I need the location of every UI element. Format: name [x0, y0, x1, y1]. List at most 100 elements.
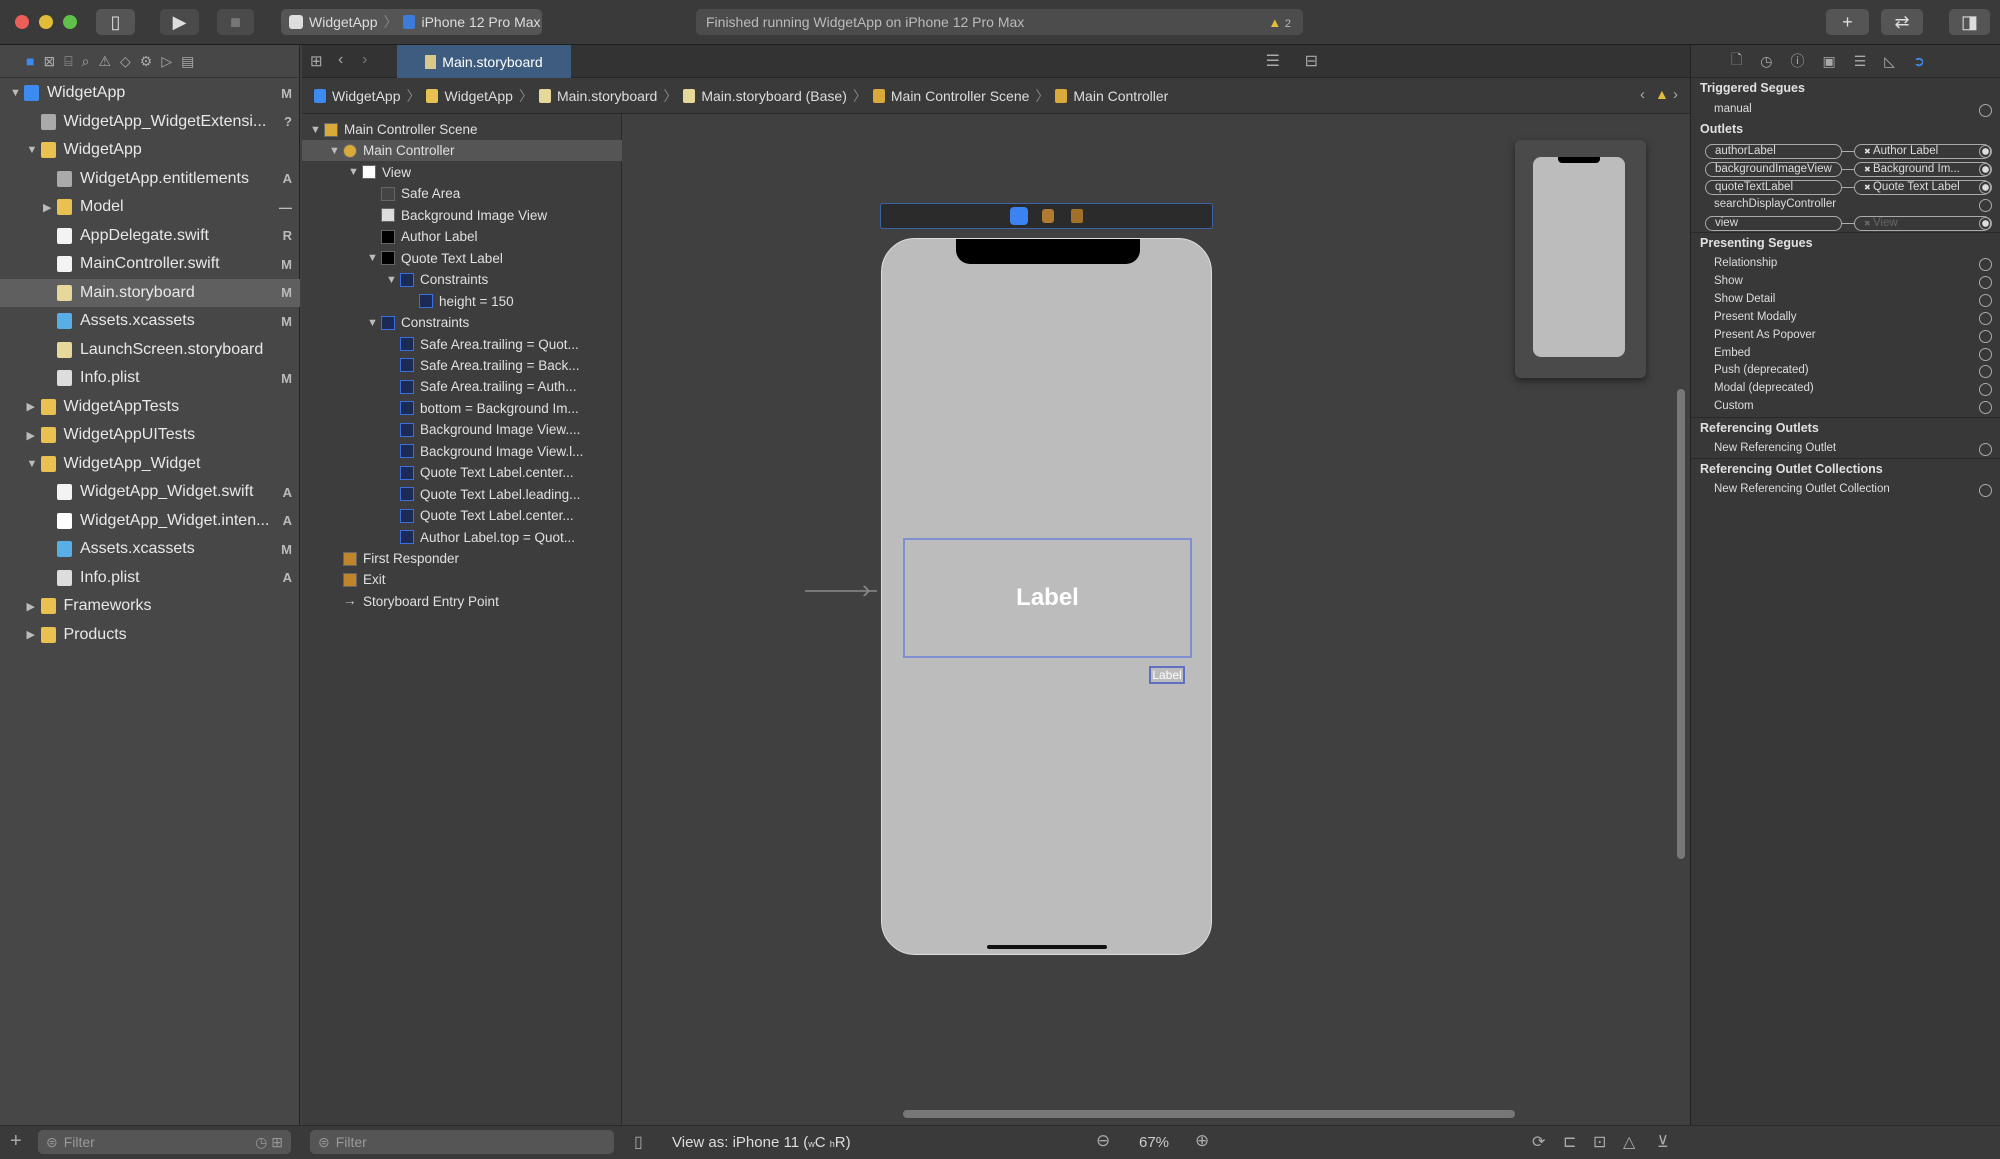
tab-main-storyboard[interactable]: Main.storyboard [397, 45, 571, 78]
add-constraints-icon[interactable]: ⊡ [1593, 1132, 1606, 1152]
grid-icon[interactable]: ⊞ [310, 52, 323, 70]
outlet-target[interactable]: ✖ Quote Text Label [1854, 179, 1991, 195]
zoom-in-icon[interactable]: ⊕ [1195, 1131, 1209, 1151]
breakpoint-icon[interactable]: ▷ [161, 53, 172, 70]
file-tree-item[interactable]: ▶ Products [0, 621, 300, 649]
horizontal-scrollbar[interactable] [903, 1110, 1515, 1118]
author-label[interactable]: Label [1149, 666, 1185, 684]
outline-item[interactable]: ▼ Main Controller Scene [302, 119, 622, 140]
file-tree-item[interactable]: WidgetApp.entitlements A [0, 165, 300, 193]
identity-icon[interactable]: ▣ [1822, 53, 1835, 70]
outline-filter-input[interactable]: ⊜ Filter [310, 1130, 614, 1154]
file-tree-item[interactable]: Info.plist M [0, 364, 300, 392]
zoom-out-icon[interactable]: ⊖ [1096, 1131, 1110, 1151]
disclosure-triangle-icon[interactable]: ▶ [27, 600, 41, 613]
scheme-name[interactable]: WidgetApp [309, 14, 377, 30]
test-icon[interactable]: ◇ [120, 53, 131, 70]
outline-item[interactable]: Safe Area.trailing = Quot... [302, 334, 622, 355]
outline-item[interactable]: ▼ Quote Text Label [302, 248, 622, 269]
connection-circle[interactable] [1979, 484, 1992, 497]
connection-circle[interactable] [1979, 383, 1992, 397]
connection-circle[interactable] [1979, 311, 1992, 325]
add-file-button[interactable]: + [10, 1130, 22, 1153]
outline-item[interactable]: → Storyboard Entry Point [302, 591, 622, 612]
disclosure-triangle-icon[interactable]: ▶ [27, 400, 41, 413]
connection-circle[interactable] [1979, 443, 1992, 456]
outlet-target[interactable]: ✖ Author Label [1854, 143, 1991, 159]
disclosure-triangle-icon[interactable]: ▼ [367, 317, 381, 329]
disclosure-triangle-icon[interactable]: ▼ [367, 252, 381, 264]
next-issue-icon[interactable]: › [1673, 86, 1678, 103]
file-tree-item[interactable]: MainController.swift M [0, 250, 300, 278]
disclosure-triangle-icon[interactable]: ▼ [329, 145, 343, 157]
breadcrumb-item[interactable]: Main.storyboard (Base) [683, 88, 847, 104]
outline-item[interactable]: Background Image View.... [302, 419, 622, 440]
connection-circle[interactable] [1979, 104, 1992, 117]
disclosure-triangle-icon[interactable]: ▼ [310, 124, 324, 136]
scheme-selector[interactable]: WidgetApp 〉 iPhone 12 Pro Max [281, 9, 542, 35]
search-icon[interactable]: ⌕ [82, 53, 90, 70]
breadcrumb-item[interactable]: Main Controller Scene [872, 88, 1029, 104]
outline-item[interactable]: ▼ Constraints [302, 312, 622, 333]
outline-item[interactable]: ▼ View [302, 162, 622, 183]
disclosure-triangle-icon[interactable]: ▶ [27, 628, 41, 641]
disclosure-triangle-icon[interactable]: ▼ [27, 458, 41, 470]
recent-files-icon[interactable]: ◷ ⊞ [255, 1134, 283, 1151]
code-review-button[interactable]: ⇄ [1881, 9, 1923, 35]
debug-icon[interactable]: ⚙ [140, 53, 153, 70]
update-frames-icon[interactable]: ⟳ [1532, 1132, 1545, 1152]
editor-options-icon[interactable]: ☰ [1266, 51, 1280, 71]
connection-circle[interactable] [1979, 329, 1992, 343]
disconnect-icon[interactable]: ✖ [1864, 219, 1873, 228]
outlet-target[interactable]: ✖ View [1854, 215, 1991, 231]
connection-circle[interactable] [1979, 347, 1992, 361]
disclosure-triangle-icon[interactable]: ▶ [43, 201, 57, 214]
outline-item[interactable]: Quote Text Label.center... [302, 505, 622, 526]
connection-circle[interactable] [1979, 293, 1992, 307]
breadcrumb-item[interactable]: Main Controller [1055, 88, 1168, 104]
disconnect-icon[interactable]: ✖ [1864, 183, 1873, 192]
outline-item[interactable]: Quote Text Label.leading... [302, 484, 622, 505]
attributes-icon[interactable]: ☰ [1854, 53, 1867, 70]
size-icon[interactable]: ◺ [1884, 53, 1895, 70]
breadcrumb-item[interactable]: WidgetApp [426, 88, 513, 104]
disconnect-icon[interactable]: ✖ [1864, 165, 1873, 174]
help-icon[interactable]: ⓘ [1790, 51, 1804, 71]
quote-text-label[interactable]: Label [903, 538, 1192, 658]
toggle-navigator-button[interactable]: ▯ [96, 9, 135, 35]
minimize-window-button[interactable] [39, 15, 53, 29]
iphone-view[interactable]: Label Label [881, 238, 1212, 955]
file-tree-item[interactable]: ▼ WidgetApp [0, 136, 300, 164]
vertical-scrollbar[interactable] [1677, 389, 1685, 859]
zoom-window-button[interactable] [63, 15, 77, 29]
outline-item[interactable]: ▼ Main Controller [302, 140, 622, 162]
warning-icon[interactable]: ▲ [1655, 86, 1669, 102]
disconnect-icon[interactable]: ✖ [1864, 147, 1873, 156]
navigator-filter-input[interactable]: ⊜ Filter ◷ ⊞ [38, 1130, 291, 1154]
toggle-outline-icon[interactable]: ▯ [634, 1132, 643, 1152]
file-inspector-icon[interactable]: 🗋 [1731, 49, 1742, 73]
connections-icon[interactable]: ➲ [1913, 53, 1925, 70]
outline-item[interactable]: Quote Text Label.center... [302, 462, 622, 483]
outline-item[interactable]: Safe Area.trailing = Auth... [302, 376, 622, 397]
storyboard-canvas[interactable]: › Label Label [622, 114, 1685, 1125]
symbol-icon[interactable]: ⌸ [64, 53, 72, 70]
file-tree-item[interactable]: ▶ Frameworks [0, 592, 300, 620]
outline-item[interactable]: Background Image View.l... [302, 441, 622, 462]
stop-button[interactable]: ■ [217, 9, 254, 35]
resolve-issues-icon[interactable]: △ [1623, 1132, 1635, 1152]
report-icon[interactable]: ▤ [181, 53, 194, 70]
outline-item[interactable]: Author Label [302, 226, 622, 247]
connection-circle-filled[interactable] [1979, 162, 1992, 176]
file-tree-item[interactable]: ▶ WidgetAppTests [0, 393, 300, 421]
forward-icon[interactable]: › [362, 51, 367, 69]
breadcrumb-item[interactable]: Main.storyboard [538, 88, 657, 104]
file-tree-item[interactable]: WidgetApp_Widget.swift A [0, 478, 300, 506]
disclosure-triangle-icon[interactable]: ▼ [386, 274, 400, 286]
file-tree-item[interactable]: WidgetApp_Widget.inten... A [0, 507, 300, 535]
file-tree-item[interactable]: ▼ WidgetApp_Widget [0, 450, 300, 478]
outline-item[interactable]: Safe Area [302, 183, 622, 204]
file-tree-item[interactable]: WidgetApp_WidgetExtensi...? [0, 108, 300, 136]
view-controller-icon[interactable] [1010, 207, 1028, 225]
exit-icon[interactable] [1071, 209, 1083, 223]
